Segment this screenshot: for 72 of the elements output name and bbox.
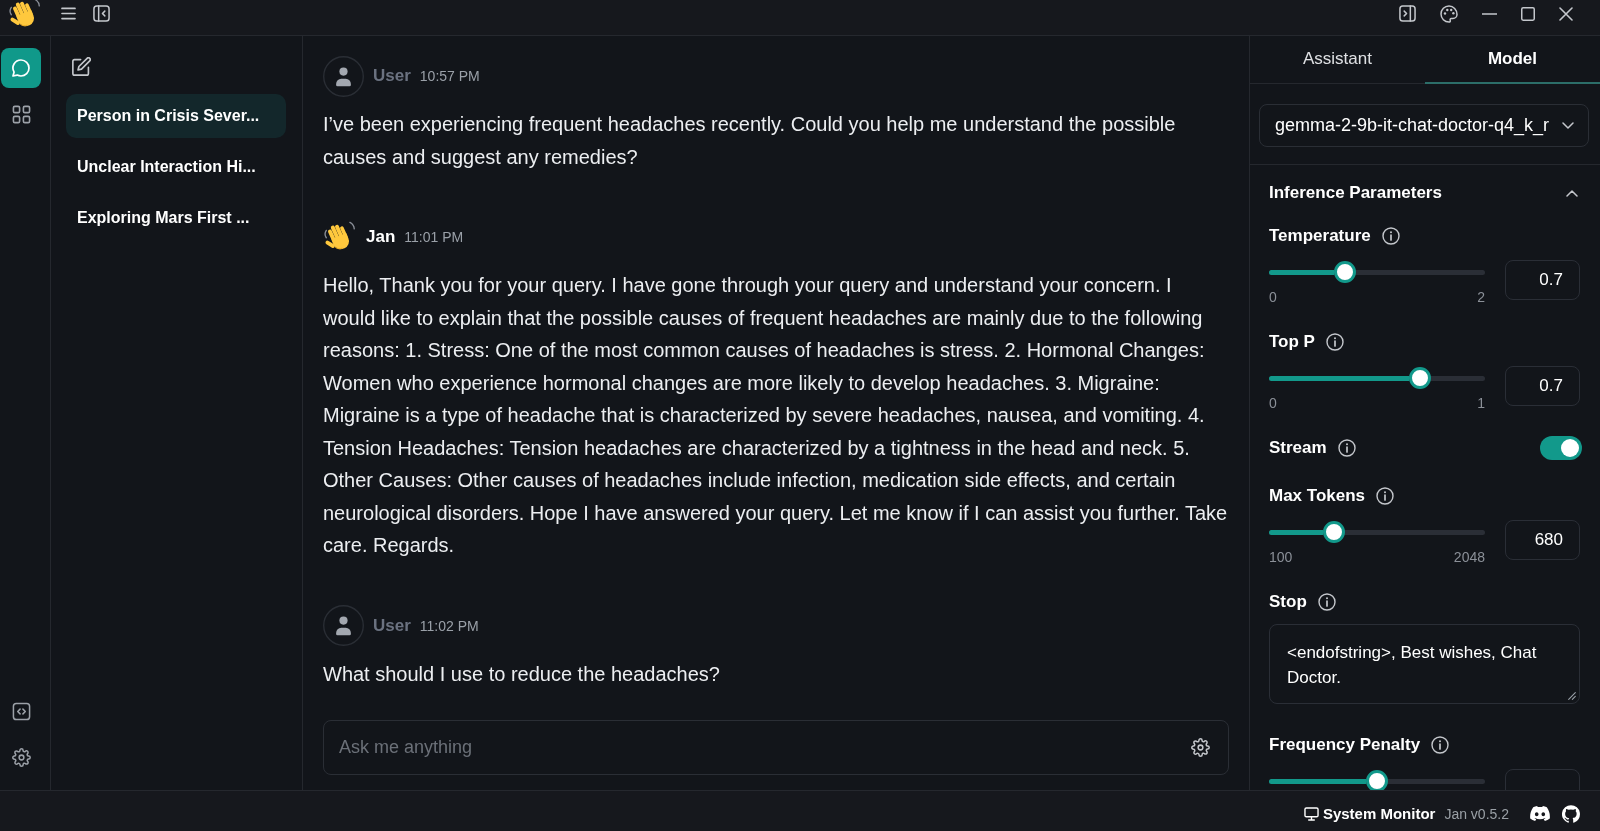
palette-icon[interactable] [1440,4,1458,23]
system-monitor-button[interactable]: System Monitor [1303,805,1436,822]
info-icon[interactable] [1431,736,1450,754]
range-min-label: 100 [1269,548,1293,566]
user-avatar-icon [323,605,364,646]
slider-track[interactable] [1269,529,1485,535]
range-min-label: 0 [1269,288,1277,306]
toggle-switch[interactable] [1540,436,1582,460]
resize-handle-icon[interactable] [1568,692,1576,700]
version-label: Jan v0.5.2 [1444,805,1509,822]
author-name: User [373,615,411,636]
slider-track[interactable] [1269,778,1485,784]
author-name: Jan [366,227,396,247]
thread-item[interactable]: Unclear Interaction Hi... [66,145,286,189]
message-time: 11:02 PM [419,617,479,634]
slider-thumb[interactable] [1322,521,1345,543]
maximize-icon[interactable] [1521,6,1535,21]
message-text: What should I use to reduce the headaches? [323,661,721,687]
param-label: Max Tokens [1269,486,1366,506]
slider-track[interactable] [1269,269,1485,275]
grid-icon [11,104,31,124]
message-time: 11:01 PM [404,229,464,245]
chevron-down-icon [1562,122,1574,129]
author-name: User [373,66,411,86]
range-max-label: 1 [1477,394,1485,412]
github-icon[interactable] [1562,804,1580,823]
panel-left-icon[interactable] [93,5,110,22]
panel-right-icon[interactable] [1399,5,1416,22]
range-min-label: 0 [1269,394,1277,412]
stop-textarea[interactable]: <endofstring>, Best wishes, Chat Doctor. [1269,624,1580,704]
value-input[interactable]: 680 [1505,520,1580,560]
info-icon[interactable] [1337,439,1356,457]
tab[interactable]: Assistant [1250,36,1425,84]
param-label: Frequency Penalty [1269,735,1421,755]
section-title: Inference Parameters [1269,183,1442,203]
info-icon[interactable] [1317,593,1336,611]
discord-icon[interactable] [1530,806,1550,821]
user-avatar-icon [323,55,364,97]
message-text: I’ve been experiencing frequent headaches recently. Could you help me understand the possible causes and suggest any remedies? [323,112,1177,170]
monitor-icon [1303,806,1319,821]
chat-nav-button[interactable] [1,48,41,88]
settings-icon[interactable] [1191,738,1210,757]
chat-bubble-icon [11,58,31,78]
param-label: Stream [1269,438,1327,458]
close-icon[interactable] [1559,6,1573,21]
param-label: Top P [1269,332,1315,352]
param-label: Stop [1269,592,1307,612]
range-max-label: 2048 [1453,548,1485,566]
message-text: Hello, Thank you for your query. I have gone through your query and understand your concern. I would like to explain that the possible causes of frequent headaches are mainly due to the following reasons: 1. Stress: One of the most common causes of headaches is stress. 2. Hormonal Changes: Women who experience hormonal changes are more likely to develop headaches. 3. Migraine: Migraine is a type of headache that is characterized by severe headaches, nausea, and vomiting. 4. Tension Headaches: Tension headaches are characterized by a tightness in the head and neck. 5. Other Causes: Other causes of headaches include infection, medication side effects, and certain neurological disorders. Hope I have answered your query. Let me know if I can assist you further. Take care. Regards. [323,273,1229,558]
settings-icon[interactable] [11,748,31,767]
tab[interactable]: Model [1425,36,1600,84]
slider-thumb[interactable] [1366,770,1388,790]
info-icon[interactable] [1381,227,1400,245]
info-icon[interactable] [1376,487,1395,505]
message-time: 10:57 PM [419,68,480,84]
info-icon[interactable] [1325,333,1344,351]
range-max-label: 2 [1477,288,1485,306]
thread-item[interactable]: Person in Crisis Sever... [66,94,286,138]
minimize-icon[interactable] [1482,12,1497,15]
value-input[interactable]: 0.7 [1505,366,1580,406]
menu-icon[interactable] [61,7,76,20]
thread-item[interactable]: Exploring Mars First ... [66,196,286,240]
slider-thumb[interactable] [1409,367,1432,389]
slider-track[interactable] [1269,375,1485,381]
param-label: Temperature [1269,226,1371,246]
value-input[interactable]: 0.7 [1505,260,1580,300]
model-select[interactable]: gemma-2-9b-it-chat-doctor-q4_k_r [1259,104,1589,147]
message-input[interactable]: Ask me anything [323,720,1229,775]
slider-thumb[interactable] [1333,261,1356,283]
chevron-up-icon[interactable] [1566,189,1578,197]
new-chat-icon[interactable] [72,57,91,76]
code-icon[interactable] [11,702,31,721]
